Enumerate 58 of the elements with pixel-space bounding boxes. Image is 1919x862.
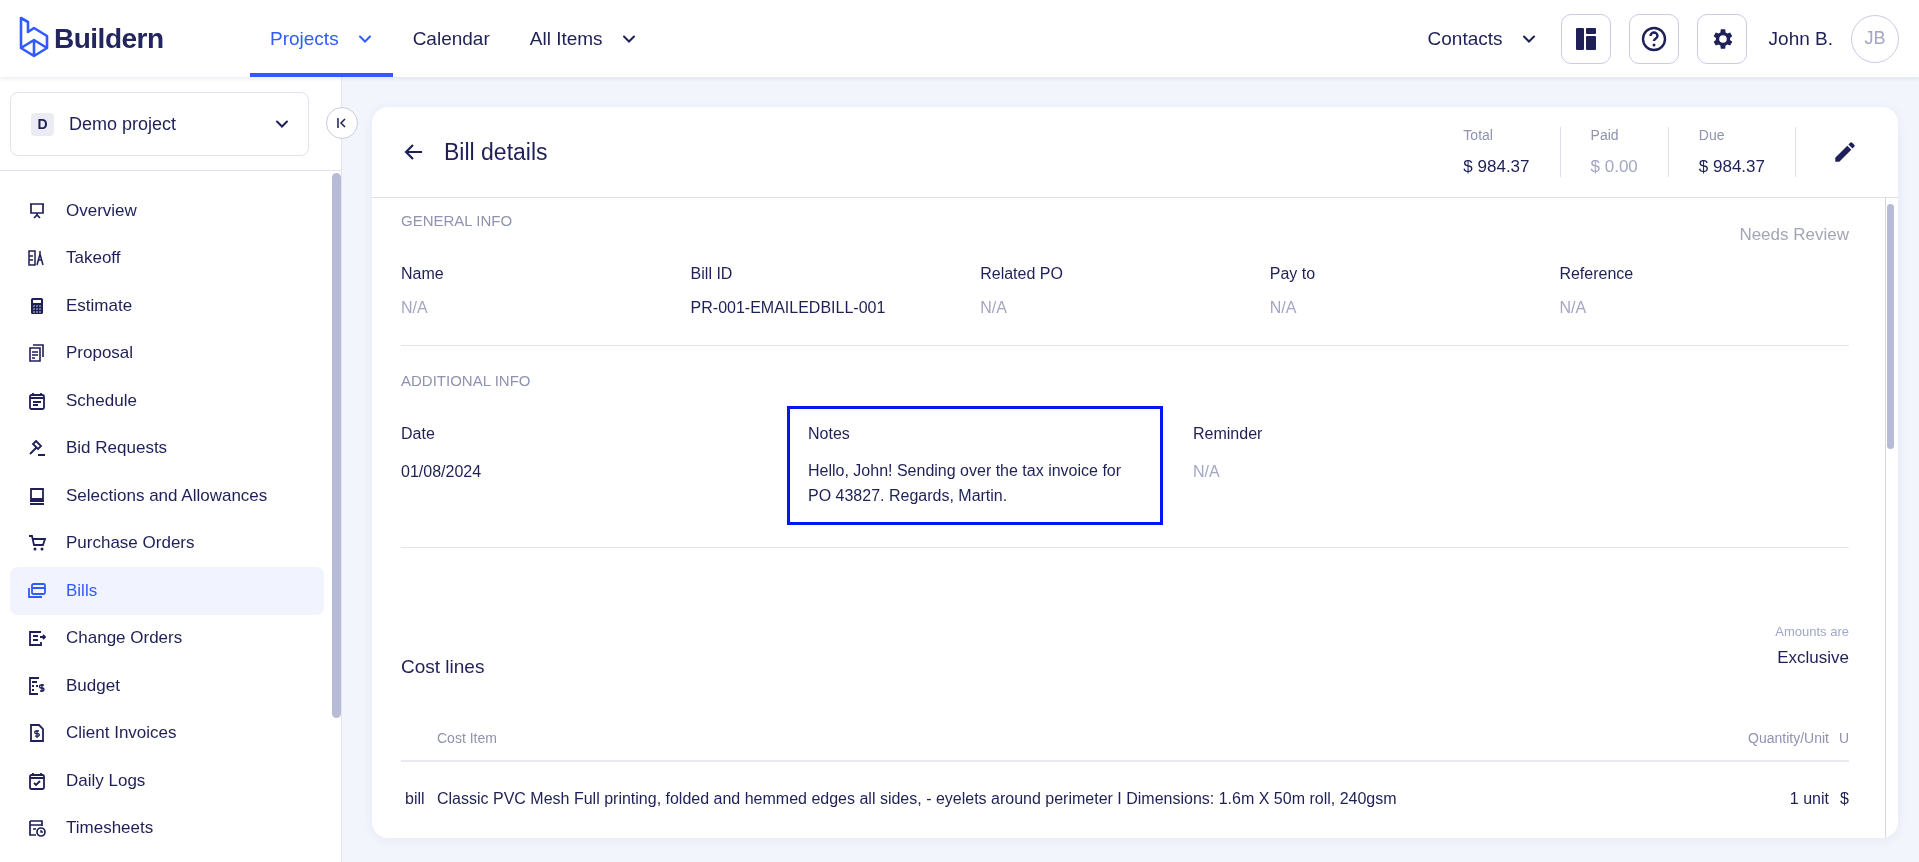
- contacts-menu[interactable]: Contacts: [1427, 27, 1537, 50]
- field-label: Notes: [808, 425, 851, 443]
- sidebar-item[interactable]: Bills: [10, 567, 324, 615]
- sidebar-item[interactable]: Proposal: [10, 329, 324, 377]
- field-value: 01/08/2024: [401, 462, 483, 482]
- nav-tab[interactable]: Calendar: [392, 0, 510, 77]
- field-label: Name: [401, 265, 445, 283]
- sidebar-item[interactable]: Budget: [10, 662, 324, 710]
- sidebar-item[interactable]: Daily Logs: [10, 757, 324, 805]
- field-value: N/A: [1193, 462, 1221, 482]
- sidebar-item[interactable]: Schedule: [10, 377, 324, 425]
- field-label: Reminder: [1193, 425, 1264, 443]
- sidebar-item[interactable]: Overview: [10, 187, 324, 235]
- field-label: Bill ID: [690, 265, 734, 283]
- section-title: Cost lines: [401, 656, 485, 678]
- field-value: N/A: [401, 299, 429, 317]
- field-value: N/A: [1559, 299, 1588, 317]
- page-title: Bill details: [444, 138, 548, 166]
- project-badge: D: [31, 112, 54, 136]
- sidebar-item[interactable]: Client Invoices: [10, 709, 324, 757]
- sidebar-item[interactable]: Estimate: [10, 282, 324, 330]
- brand-name: Buildern: [54, 22, 164, 55]
- column-header: Cost Item: [437, 730, 1729, 762]
- nav-tab[interactable]: All Items: [509, 0, 657, 77]
- column-header: Quantity/Unit: [1728, 730, 1829, 762]
- table-cell-text: $: [1839, 789, 1849, 808]
- amount-label: Paid: [1590, 127, 1620, 143]
- sidebar-item[interactable]: Takeoff: [10, 234, 324, 282]
- project-selector[interactable]: D Demo project: [10, 92, 309, 156]
- sidebar-item[interactable]: Purchase Orders: [10, 519, 324, 567]
- amount-label: Total: [1463, 127, 1494, 143]
- field-value: Hello, John! Sending over the tax invoice for PO 43827. Regards, Martin.: [808, 461, 1123, 506]
- section-heading: ADDITIONAL INFO: [401, 372, 532, 389]
- field-label: Date: [401, 425, 436, 443]
- field-label: Related PO: [980, 265, 1064, 283]
- column-header: U: [1829, 730, 1849, 762]
- sidebar-item[interactable]: Bid Requests: [10, 424, 324, 472]
- sidebar-item[interactable]: Selections and Allowances: [10, 472, 324, 520]
- user-name: John B.: [1768, 27, 1833, 50]
- amounts-note: Amounts are: [1775, 624, 1849, 639]
- amount-value: $ 0.00: [1590, 157, 1638, 177]
- project-name: Demo project: [69, 113, 178, 135]
- field-value: PR-001-EMAILEDBILL-001: [690, 299, 887, 317]
- amount-value: $ 984.37: [1698, 157, 1765, 177]
- field-label: Reference: [1559, 265, 1635, 283]
- sidebar-item[interactable]: Timesheets: [10, 804, 324, 852]
- status-label: Needs Review: [1738, 225, 1849, 245]
- amounts-mode[interactable]: Exclusive: [1775, 648, 1849, 668]
- section-heading: GENERAL INFO: [401, 212, 514, 229]
- field-value: N/A: [980, 299, 1008, 317]
- amount-label: Due: [1698, 127, 1726, 143]
- table-cell-text: bill: [404, 789, 426, 808]
- table-cell-text: 1 unit: [1788, 789, 1829, 808]
- field-label: Pay to: [1269, 265, 1317, 283]
- table-cell-text: Classic PVC Mesh Full printing, folded and hemmed edges all sides, - eyelets around perimeter I Dimensions: 1.6m X 50m roll, 240gsm: [437, 789, 1398, 808]
- sidebar-item[interactable]: Change Orders: [10, 614, 324, 662]
- field-value: N/A: [1269, 299, 1298, 317]
- amount-value: $ 984.37: [1463, 157, 1530, 177]
